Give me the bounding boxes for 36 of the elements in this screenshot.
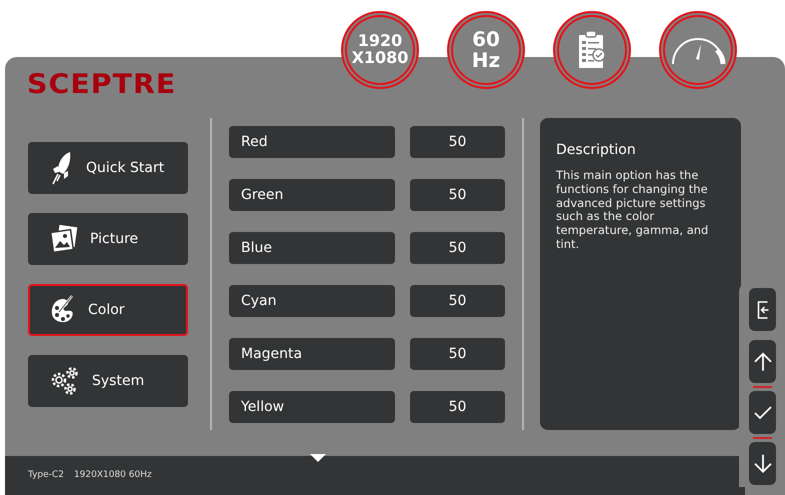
setting-label[interactable]: Magenta [229, 338, 395, 370]
description-title: Description [556, 141, 637, 160]
down-arrow-icon [754, 454, 772, 474]
info-badge: 1920 X1080 [341, 11, 419, 89]
logo: SCEPTRE [27, 71, 176, 98]
resolution-info: 1920X1080 60Hz [74, 468, 152, 482]
setting-label[interactable]: Yellow [229, 391, 395, 423]
setting-value[interactable]: 50 [410, 126, 505, 158]
up-arrow-button[interactable] [749, 340, 776, 383]
photos-icon [50, 225, 78, 253]
setting-label[interactable]: Blue [229, 232, 395, 264]
setting-value[interactable]: 50 [410, 338, 505, 370]
setting-label[interactable]: Red [229, 126, 395, 158]
gears-icon [50, 366, 80, 396]
down-arrow-button[interactable] [749, 442, 776, 485]
menu-button[interactable]: Color [28, 284, 188, 336]
setting-value[interactable]: 50 [410, 232, 505, 264]
setting-label[interactable]: Green [229, 179, 395, 211]
menu-button[interactable]: Quick Start [28, 142, 188, 194]
exit-button[interactable] [749, 288, 776, 331]
checklist-icon [577, 30, 607, 70]
setting-label[interactable]: Cyan [229, 285, 395, 317]
setting-value[interactable]: 50 [410, 391, 505, 423]
check-icon [754, 406, 772, 419]
description-text: This main option has the functions for changing the advanced picture settings such as the color temperature, gamma, and tint. [556, 169, 710, 252]
exit-icon [756, 300, 768, 318]
setting-value[interactable]: 50 [410, 179, 505, 211]
menu-button[interactable]: System [28, 355, 188, 407]
setting-value[interactable]: 50 [410, 285, 505, 317]
up-arrow-icon [754, 352, 772, 372]
input-source: Type-C2 [28, 468, 64, 482]
scroll-down-icon[interactable] [310, 454, 326, 462]
check-button[interactable] [749, 391, 776, 434]
palette-icon [50, 295, 76, 325]
menu-button[interactable]: Picture [28, 213, 188, 265]
info-badge: 60 Hz [447, 11, 525, 89]
